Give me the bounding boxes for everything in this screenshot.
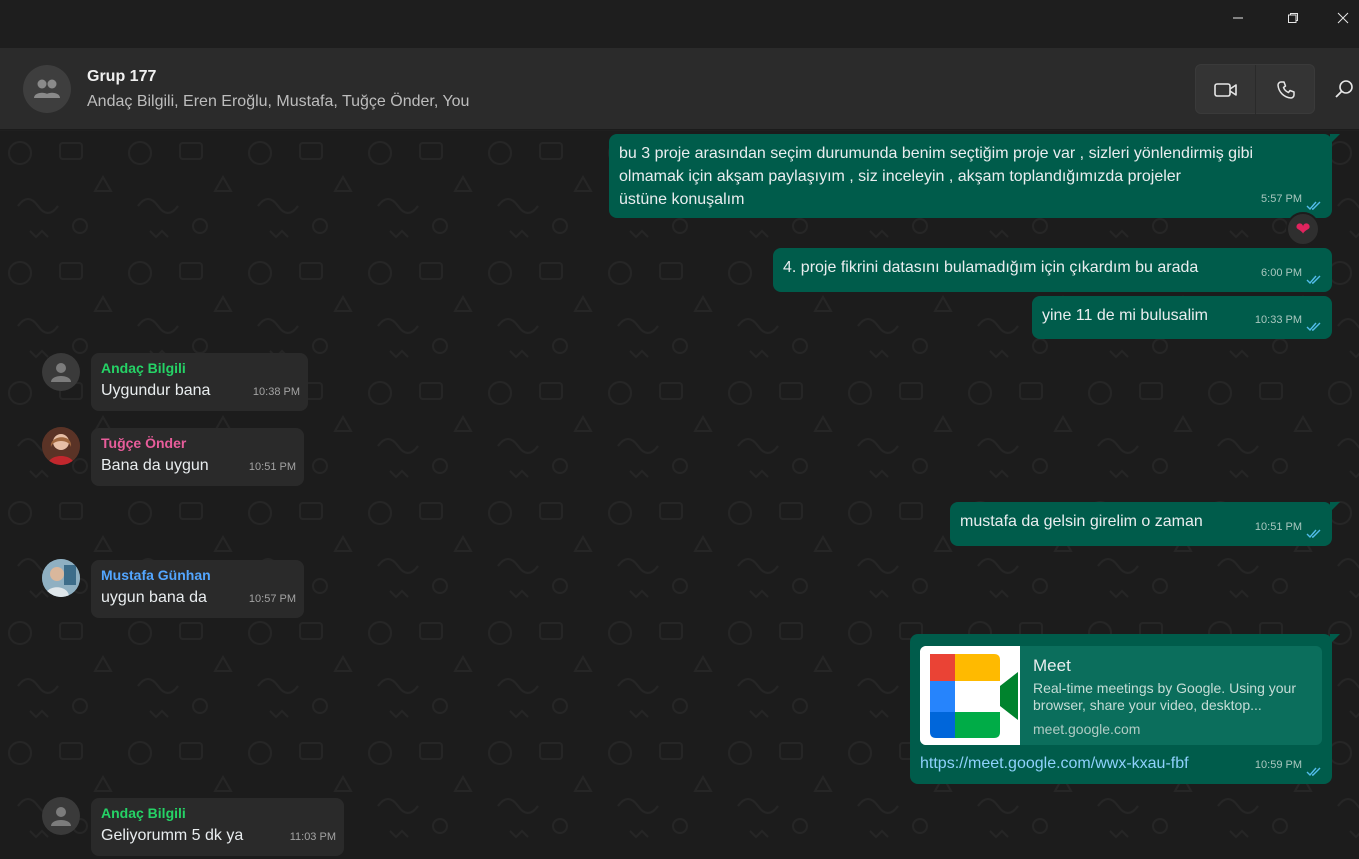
group-avatar-icon[interactable] <box>23 65 71 113</box>
message-time: 5:57 PM <box>1261 193 1302 205</box>
search-icon[interactable] <box>1332 78 1356 102</box>
link-title: Meet <box>1033 656 1071 675</box>
message-bubble-incoming[interactable]: Tuğçe Önder Bana da uygun 10:51 PM <box>91 428 304 486</box>
avatar[interactable] <box>42 427 80 465</box>
sender-name[interactable]: Andaç Bilgili <box>101 359 298 377</box>
message-bubble-incoming[interactable]: Andaç Bilgili Geliyorumm 5 dk ya 11:03 P… <box>91 798 344 856</box>
bubble-tail <box>1330 502 1340 512</box>
message-time: 10:51 PM <box>1254 521 1302 533</box>
message-time: 10:33 PM <box>1254 314 1302 326</box>
avatar[interactable] <box>42 353 80 391</box>
bubble-tail <box>1330 134 1340 144</box>
message-time: 10:57 PM <box>248 593 296 605</box>
read-receipt-icon <box>1306 322 1321 332</box>
message-bubble-outgoing[interactable]: bu 3 proje arasından seçim durumunda ben… <box>609 134 1340 218</box>
read-receipt-icon <box>1306 767 1321 777</box>
message-bubble-outgoing[interactable]: Meet Real-time meetings by Google. Using… <box>910 634 1340 784</box>
message-bubble-incoming[interactable]: Andaç Bilgili Uygundur bana 10:38 PM <box>91 353 308 411</box>
maximize-icon[interactable] <box>1270 0 1316 36</box>
google-meet-logo-icon <box>920 646 1020 745</box>
message-text-line: bu 3 proje arasından seçim durumunda ben… <box>619 145 1254 162</box>
read-receipt-icon <box>1306 275 1321 285</box>
message-text-line: olmamak için akşam paylaşıyım , siz ince… <box>619 168 1181 185</box>
chat-members[interactable]: Andaç Bilgili, Eren Eroğlu, Mustafa, Tuğ… <box>87 93 469 111</box>
minimize-icon[interactable] <box>1215 0 1261 36</box>
message-text: mustafa da gelsin girelim o zaman <box>960 513 1203 530</box>
reaction-heart-icon[interactable]: ❤ <box>1286 212 1320 246</box>
call-button-group <box>1195 64 1316 115</box>
link-description: Real-time meetings by Google. Using your… <box>1033 680 1297 713</box>
read-receipt-icon <box>1306 529 1321 539</box>
message-time: 10:59 PM <box>1254 759 1302 771</box>
message-time: 6:00 PM <box>1261 267 1302 279</box>
sender-name[interactable]: Mustafa Günhan <box>101 566 294 584</box>
bubble-tail <box>1330 634 1340 644</box>
window-titlebar <box>0 0 1359 48</box>
link-domain: meet.google.com <box>1033 721 1141 737</box>
read-receipt-icon <box>1306 201 1321 211</box>
avatar[interactable] <box>42 797 80 835</box>
video-call-icon[interactable] <box>1196 65 1256 115</box>
message-time: 11:03 PM <box>289 831 336 843</box>
voice-call-icon[interactable] <box>1256 65 1316 115</box>
message-link[interactable]: https://meet.google.com/wwx-kxau-fbf <box>920 752 1189 775</box>
message-list[interactable]: bu 3 proje arasından seçim durumunda ben… <box>0 131 1359 859</box>
chat-title[interactable]: Grup 177 <box>87 68 156 86</box>
close-icon[interactable] <box>1320 0 1359 36</box>
message-bubble-outgoing[interactable]: mustafa da gelsin girelim o zaman 10:51 … <box>950 502 1340 546</box>
message-text: yine 11 de mi bulusalim <box>1042 307 1209 324</box>
sender-name[interactable]: Andaç Bilgili <box>101 804 334 822</box>
sender-name[interactable]: Tuğçe Önder <box>101 434 294 452</box>
message-text: 4. proje fikrini datasını bulamadığım iç… <box>783 259 1199 276</box>
message-bubble-outgoing[interactable]: 4. proje fikrini datasını bulamadığım iç… <box>773 248 1332 292</box>
message-text-line: üstüne konuşalım <box>619 191 745 208</box>
chat-header: Grup 177 Andaç Bilgili, Eren Eroğlu, Mus… <box>0 48 1359 130</box>
avatar[interactable] <box>42 559 80 597</box>
message-time: 10:38 PM <box>252 386 300 398</box>
message-bubble-incoming[interactable]: Mustafa Günhan uygun bana da 10:57 PM <box>91 560 304 618</box>
message-bubble-outgoing[interactable]: yine 11 de mi bulusalim 10:33 PM <box>1032 296 1332 339</box>
link-preview-card[interactable]: Meet Real-time meetings by Google. Using… <box>920 646 1322 745</box>
message-time: 10:51 PM <box>248 461 296 473</box>
